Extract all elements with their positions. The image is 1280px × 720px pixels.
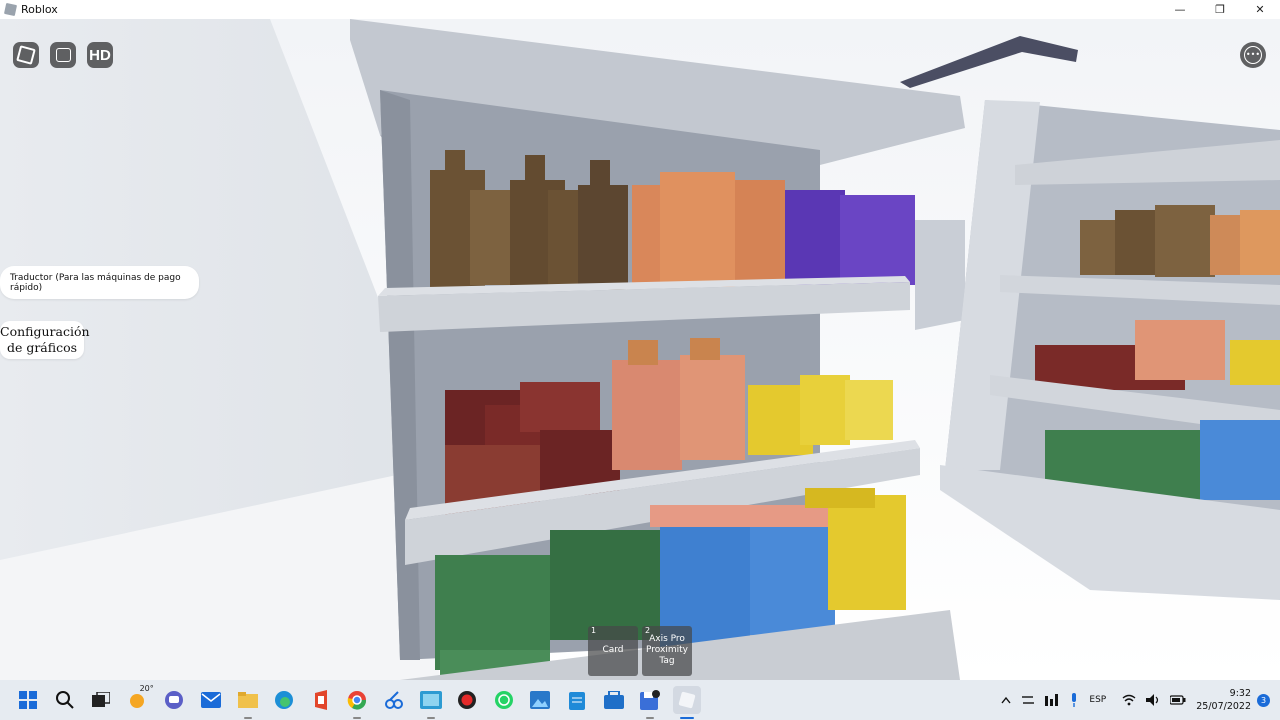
- chevron-up-icon[interactable]: [1001, 696, 1011, 704]
- hd-admin-button[interactable]: HD: [87, 42, 113, 68]
- boxes-purple: [785, 190, 915, 285]
- active-indicator: [243, 717, 252, 719]
- office-icon[interactable]: [307, 686, 335, 714]
- hotbar-slot-number: 1: [591, 626, 597, 635]
- roblox-logo-icon: [16, 45, 36, 65]
- weather-temperature: 20°: [139, 684, 154, 693]
- graphics-settings-line2: de gráficos: [6, 340, 78, 355]
- roblox-app-icon: [3, 2, 18, 17]
- game-viewport[interactable]: HD ••• Traductor (Para las máquinas de p…: [0, 19, 1280, 680]
- window-title: Roblox: [21, 3, 58, 16]
- restore-button[interactable]: ❐: [1200, 0, 1240, 19]
- language-indicator[interactable]: ESP: [1089, 695, 1106, 705]
- translator-button[interactable]: Traductor (Para las máquinas de pago ráp…: [0, 266, 199, 299]
- notepad-icon[interactable]: [563, 686, 591, 714]
- boxes-orange: [632, 172, 785, 287]
- photos-icon[interactable]: [526, 686, 554, 714]
- hotbar-label-line3: Tag: [659, 656, 675, 666]
- whatsapp-icon[interactable]: [490, 686, 518, 714]
- mail-icon[interactable]: [197, 686, 225, 714]
- file-explorer-icon[interactable]: [234, 686, 262, 719]
- clock-date: 25/07/2022: [1196, 701, 1251, 712]
- volume-icon[interactable]: [1146, 694, 1160, 706]
- save-icon[interactable]: [636, 686, 664, 719]
- active-indicator: [426, 717, 435, 719]
- graphics-settings-button[interactable]: Configuración de gráficos: [0, 321, 90, 359]
- hotbar-slot-label: Axis Pro Proximity Tag: [642, 634, 692, 667]
- more-options-button[interactable]: •••: [1240, 42, 1266, 68]
- screen-recorder-icon[interactable]: [417, 686, 445, 719]
- record-icon[interactable]: [453, 686, 481, 714]
- task-view-icon[interactable]: [87, 686, 115, 714]
- microphone-icon[interactable]: [1069, 693, 1079, 707]
- close-button[interactable]: ✕: [1240, 0, 1280, 19]
- clock[interactable]: 9:32 25/07/2022: [1196, 687, 1251, 713]
- active-indicator: [679, 717, 694, 719]
- chat-button[interactable]: [50, 42, 76, 68]
- hotbar-slot-card[interactable]: 1 Card: [588, 626, 638, 676]
- battery-icon[interactable]: [1170, 695, 1186, 705]
- search-icon[interactable]: [51, 686, 79, 714]
- system-tray: ESP 9:32 25/07/2022 3: [1001, 680, 1280, 720]
- clock-time: 9:32: [1229, 688, 1251, 699]
- chat-icon: [55, 48, 71, 62]
- windows-taskbar: 20° ESP 9:32 25/07/2022 3: [0, 680, 1280, 720]
- roblox-icon[interactable]: [672, 686, 701, 719]
- window-titlebar: Roblox — ❐ ✕: [0, 0, 1280, 19]
- weather-icon[interactable]: 20°: [124, 684, 154, 714]
- chrome-icon[interactable]: [343, 686, 371, 719]
- teams-chat-icon[interactable]: [160, 686, 188, 714]
- bandwidth-icon[interactable]: [1045, 694, 1059, 706]
- active-indicator: [646, 717, 655, 719]
- bottles-brown: [430, 150, 628, 290]
- roblox-menu-button[interactable]: [13, 42, 39, 68]
- microsoft-store-icon[interactable]: [600, 686, 628, 714]
- supermarket-scene: [0, 19, 1280, 680]
- snipping-tool-icon[interactable]: [380, 686, 408, 714]
- graphics-settings-line1: Configuración: [0, 324, 90, 339]
- wifi-icon[interactable]: [1122, 694, 1136, 706]
- hotbar-slot-axis-pro[interactable]: 2 Axis Pro Proximity Tag: [642, 626, 692, 676]
- network-arrows-icon[interactable]: [1021, 694, 1035, 706]
- hotbar-slot-label: Card: [602, 645, 624, 655]
- hotbar-label-line2: Proximity: [646, 645, 688, 655]
- active-indicator: [353, 717, 362, 719]
- hotbar-label-line1: Axis Pro: [649, 634, 685, 644]
- edge-icon[interactable]: [270, 686, 298, 714]
- notification-badge[interactable]: 3: [1257, 693, 1270, 707]
- windows-start-icon[interactable]: [14, 686, 42, 714]
- minimize-button[interactable]: —: [1160, 0, 1200, 19]
- ellipsis-icon: •••: [1244, 46, 1262, 64]
